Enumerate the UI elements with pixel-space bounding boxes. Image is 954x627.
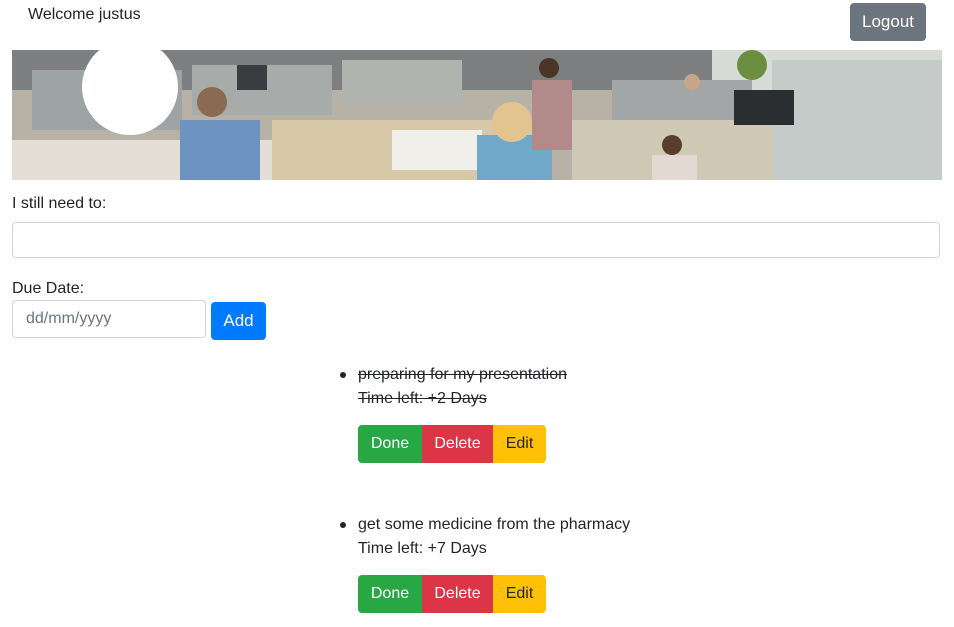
task-title: get some medicine from the pharmacy xyxy=(358,516,631,533)
task-field-label: I still need to: xyxy=(12,195,107,212)
task-time-left: Time left: +7 Days xyxy=(358,540,487,557)
delete-button[interactable]: Delete xyxy=(422,575,493,613)
task-actions: Done Delete Edit xyxy=(358,575,630,613)
due-date-label: Due Date: xyxy=(12,280,85,297)
add-button[interactable]: Add xyxy=(211,302,266,340)
delete-button[interactable]: Delete xyxy=(422,425,493,463)
done-button[interactable]: Done xyxy=(358,425,422,463)
done-button[interactable]: Done xyxy=(358,575,422,613)
logout-button[interactable]: Logout xyxy=(850,3,926,41)
edit-button[interactable]: Edit xyxy=(493,425,546,463)
task-item: preparing for my presentation Time left:… xyxy=(340,363,567,463)
task-title-row: get some medicine from the pharmacy xyxy=(340,513,630,537)
todo-app: Welcome justus Logout I still need to: D… xyxy=(0,0,954,627)
task-input[interactable] xyxy=(12,222,940,258)
task-title: preparing for my presentation xyxy=(358,366,567,383)
office-banner-image xyxy=(12,50,942,180)
due-date-input[interactable]: dd/mm/yyyy xyxy=(12,300,206,338)
task-time-row: Time left: +2 Days xyxy=(340,387,567,411)
task-time-row: Time left: +7 Days xyxy=(340,537,630,561)
task-title-row: preparing for my presentation xyxy=(340,363,567,387)
task-item: get some medicine from the pharmacy Time… xyxy=(340,513,630,613)
task-time-left: Time left: +2 Days xyxy=(358,390,487,407)
welcome-text: Welcome justus xyxy=(28,6,141,23)
bullet-icon xyxy=(340,372,346,378)
date-placeholder: dd/mm/yyyy xyxy=(26,310,112,327)
edit-button[interactable]: Edit xyxy=(493,575,546,613)
task-actions: Done Delete Edit xyxy=(358,425,567,463)
bullet-icon xyxy=(340,522,346,528)
